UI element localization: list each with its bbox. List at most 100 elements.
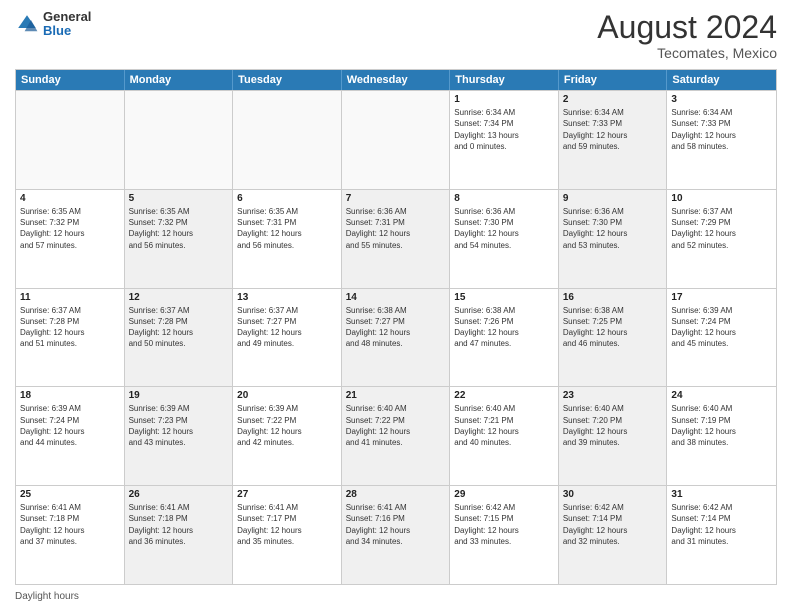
day-number: 20 <box>237 390 337 401</box>
day-info: Sunrise: 6:39 AM Sunset: 7:22 PM Dayligh… <box>237 403 337 448</box>
calendar-day-cell: 21Sunrise: 6:40 AM Sunset: 7:22 PM Dayli… <box>342 387 451 485</box>
calendar-week-1: 1Sunrise: 6:34 AM Sunset: 7:34 PM Daylig… <box>16 90 776 189</box>
day-info: Sunrise: 6:36 AM Sunset: 7:30 PM Dayligh… <box>563 206 663 251</box>
day-info: Sunrise: 6:42 AM Sunset: 7:14 PM Dayligh… <box>671 502 772 547</box>
day-number: 4 <box>20 193 120 204</box>
day-number: 2 <box>563 94 663 105</box>
day-info: Sunrise: 6:35 AM Sunset: 7:32 PM Dayligh… <box>129 206 229 251</box>
day-info: Sunrise: 6:37 AM Sunset: 7:29 PM Dayligh… <box>671 206 772 251</box>
day-number: 17 <box>671 292 772 303</box>
calendar-day-cell: 13 Sunrise: 6:37 AM Sunset: 7:27 PM Dayli… <box>233 289 342 387</box>
logo-icon <box>15 12 39 36</box>
day-info: Sunrise: 6:39 AM Sunset: 7:23 PM Dayligh… <box>129 403 229 448</box>
calendar-day-cell: 20 Sunrise: 6:39 AM Sunset: 7:22 PM Dayli… <box>233 387 342 485</box>
calendar-day-cell <box>125 91 234 189</box>
day-number: 12 <box>129 292 229 303</box>
calendar-day-cell: 4 Sunrise: 6:35 AM Sunset: 7:32 PM Daylig… <box>16 190 125 288</box>
calendar-day-header: Monday <box>125 70 234 90</box>
calendar-day-cell: 28 Sunrise: 6:41 AM Sunset: 7:16 PM Dayli… <box>342 486 451 584</box>
day-info: Sunrise: 6:41 AM Sunset: 7:16 PM Dayligh… <box>346 502 446 547</box>
day-number: 30 <box>563 489 663 500</box>
day-info: Sunrise: 6:35 AM Sunset: 7:31 PM Dayligh… <box>237 206 337 251</box>
day-number: 15 <box>454 292 554 303</box>
day-number: 19 <box>129 390 229 401</box>
calendar-day-cell: 27Sunrise: 6:41 AM Sunset: 7:17 PM Dayli… <box>233 486 342 584</box>
day-info: Sunrise: 6:41 AM Sunset: 7:18 PM Dayligh… <box>129 502 229 547</box>
day-number: 31 <box>671 489 772 500</box>
calendar-day-cell: 17 Sunrise: 6:39 AM Sunset: 7:24 PM Dayli… <box>667 289 776 387</box>
calendar-day-cell: 12 Sunrise: 6:37 AM Sunset: 7:28 PM Dayli… <box>125 289 234 387</box>
calendar-day-header: Saturday <box>667 70 776 90</box>
calendar-day-cell: 11Sunrise: 6:37 AM Sunset: 7:28 PM Dayli… <box>16 289 125 387</box>
day-info: Sunrise: 6:34 AM Sunset: 7:33 PM Dayligh… <box>563 107 663 152</box>
logo: General Blue <box>15 10 91 39</box>
calendar-day-cell: 15 Sunrise: 6:38 AM Sunset: 7:26 PM Dayli… <box>450 289 559 387</box>
calendar-week-5: 25Sunrise: 6:41 AM Sunset: 7:18 PM Dayli… <box>16 485 776 584</box>
day-number: 11 <box>20 292 120 303</box>
day-number: 28 <box>346 489 446 500</box>
day-number: 13 <box>237 292 337 303</box>
day-info: Sunrise: 6:35 AM Sunset: 7:32 PM Dayligh… <box>20 206 120 251</box>
day-number: 23 <box>563 390 663 401</box>
day-number: 26 <box>129 489 229 500</box>
day-info: Sunrise: 6:42 AM Sunset: 7:14 PM Dayligh… <box>563 502 663 547</box>
calendar-day-cell: 6 Sunrise: 6:35 AM Sunset: 7:31 PM Daylig… <box>233 190 342 288</box>
calendar-day-cell: 29Sunrise: 6:42 AM Sunset: 7:15 PM Dayli… <box>450 486 559 584</box>
day-info: Sunrise: 6:40 AM Sunset: 7:22 PM Dayligh… <box>346 403 446 448</box>
calendar-day-header: Friday <box>559 70 668 90</box>
calendar-day-cell: 14 Sunrise: 6:38 AM Sunset: 7:27 PM Dayli… <box>342 289 451 387</box>
day-number: 9 <box>563 193 663 204</box>
subtitle: Tecomates, Mexico <box>597 45 777 61</box>
day-info: Sunrise: 6:38 AM Sunset: 7:27 PM Dayligh… <box>346 305 446 350</box>
calendar-day-cell: 19 Sunrise: 6:39 AM Sunset: 7:23 PM Dayli… <box>125 387 234 485</box>
day-info: Sunrise: 6:37 AM Sunset: 7:28 PM Dayligh… <box>129 305 229 350</box>
logo-text: General Blue <box>43 10 91 39</box>
calendar-day-cell: 10Sunrise: 6:37 AM Sunset: 7:29 PM Dayli… <box>667 190 776 288</box>
calendar-day-cell: 16 Sunrise: 6:38 AM Sunset: 7:25 PM Dayli… <box>559 289 668 387</box>
day-number: 6 <box>237 193 337 204</box>
calendar-day-header: Thursday <box>450 70 559 90</box>
calendar-day-cell: 22 Sunrise: 6:40 AM Sunset: 7:21 PM Dayli… <box>450 387 559 485</box>
calendar-header: SundayMondayTuesdayWednesdayThursdayFrid… <box>16 70 776 90</box>
day-number: 14 <box>346 292 446 303</box>
calendar-day-cell: 8 Sunrise: 6:36 AM Sunset: 7:30 PM Daylig… <box>450 190 559 288</box>
calendar-week-3: 11 Sunrise: 6:37 AM Sunset: 7:28 PM Dayli… <box>16 288 776 387</box>
calendar-day-cell: 26 Sunrise: 6:41 AM Sunset: 7:18 PM Dayli… <box>125 486 234 584</box>
day-number: 16 <box>563 292 663 303</box>
calendar-body: 1Sunrise: 6:34 AM Sunset: 7:34 PM Daylig… <box>16 90 776 584</box>
calendar-day-header: Sunday <box>16 70 125 90</box>
day-info: Sunrise: 6:38 AM Sunset: 7:25 PM Dayligh… <box>563 305 663 350</box>
day-number: 24 <box>671 390 772 401</box>
day-info: Sunrise: 6:40 AM Sunset: 7:21 PM Dayligh… <box>454 403 554 448</box>
day-number: 7 <box>346 193 446 204</box>
day-info: Sunrise: 6:42 AM Sunset: 7:15 PM Dayligh… <box>454 502 554 547</box>
calendar-week-2: 4 Sunrise: 6:35 AM Sunset: 7:32 PM Daylig… <box>16 189 776 288</box>
day-number: 1 <box>454 94 554 105</box>
day-number: 18 <box>20 390 120 401</box>
calendar-week-4: 18 Sunrise: 6:39 AM Sunset: 7:24 PM Dayli… <box>16 386 776 485</box>
calendar-day-cell: 7 Sunrise: 6:36 AM Sunset: 7:31 PM Daylig… <box>342 190 451 288</box>
day-info: Sunrise: 6:41 AM Sunset: 7:18 PM Dayligh… <box>20 502 120 547</box>
calendar-day-cell: 23Sunrise: 6:40 AM Sunset: 7:20 PM Dayli… <box>559 387 668 485</box>
day-info: Sunrise: 6:39 AM Sunset: 7:24 PM Dayligh… <box>671 305 772 350</box>
day-number: 8 <box>454 193 554 204</box>
header: General Blue August 2024 Tecomates, Mexi… <box>15 10 777 61</box>
day-info: Sunrise: 6:37 AM Sunset: 7:27 PM Dayligh… <box>237 305 337 350</box>
day-number: 5 <box>129 193 229 204</box>
day-info: Sunrise: 6:38 AM Sunset: 7:26 PM Dayligh… <box>454 305 554 350</box>
logo-general-text: General <box>43 10 91 24</box>
day-info: Sunrise: 6:41 AM Sunset: 7:17 PM Dayligh… <box>237 502 337 547</box>
day-info: Sunrise: 6:36 AM Sunset: 7:31 PM Dayligh… <box>346 206 446 251</box>
logo-blue-text: Blue <box>43 24 91 38</box>
calendar-day-cell: 5 Sunrise: 6:35 AM Sunset: 7:32 PM Daylig… <box>125 190 234 288</box>
day-info: Sunrise: 6:40 AM Sunset: 7:19 PM Dayligh… <box>671 403 772 448</box>
calendar-day-cell: 24 Sunrise: 6:40 AM Sunset: 7:19 PM Dayli… <box>667 387 776 485</box>
calendar-day-cell: 9 Sunrise: 6:36 AM Sunset: 7:30 PM Daylig… <box>559 190 668 288</box>
calendar-day-cell: 2 Sunrise: 6:34 AM Sunset: 7:33 PM Daylig… <box>559 91 668 189</box>
calendar-day-cell <box>342 91 451 189</box>
day-info: Sunrise: 6:39 AM Sunset: 7:24 PM Dayligh… <box>20 403 120 448</box>
footer-text: Daylight hours <box>15 591 79 602</box>
day-number: 22 <box>454 390 554 401</box>
day-info: Sunrise: 6:36 AM Sunset: 7:30 PM Dayligh… <box>454 206 554 251</box>
day-info: Sunrise: 6:34 AM Sunset: 7:33 PM Dayligh… <box>671 107 772 152</box>
